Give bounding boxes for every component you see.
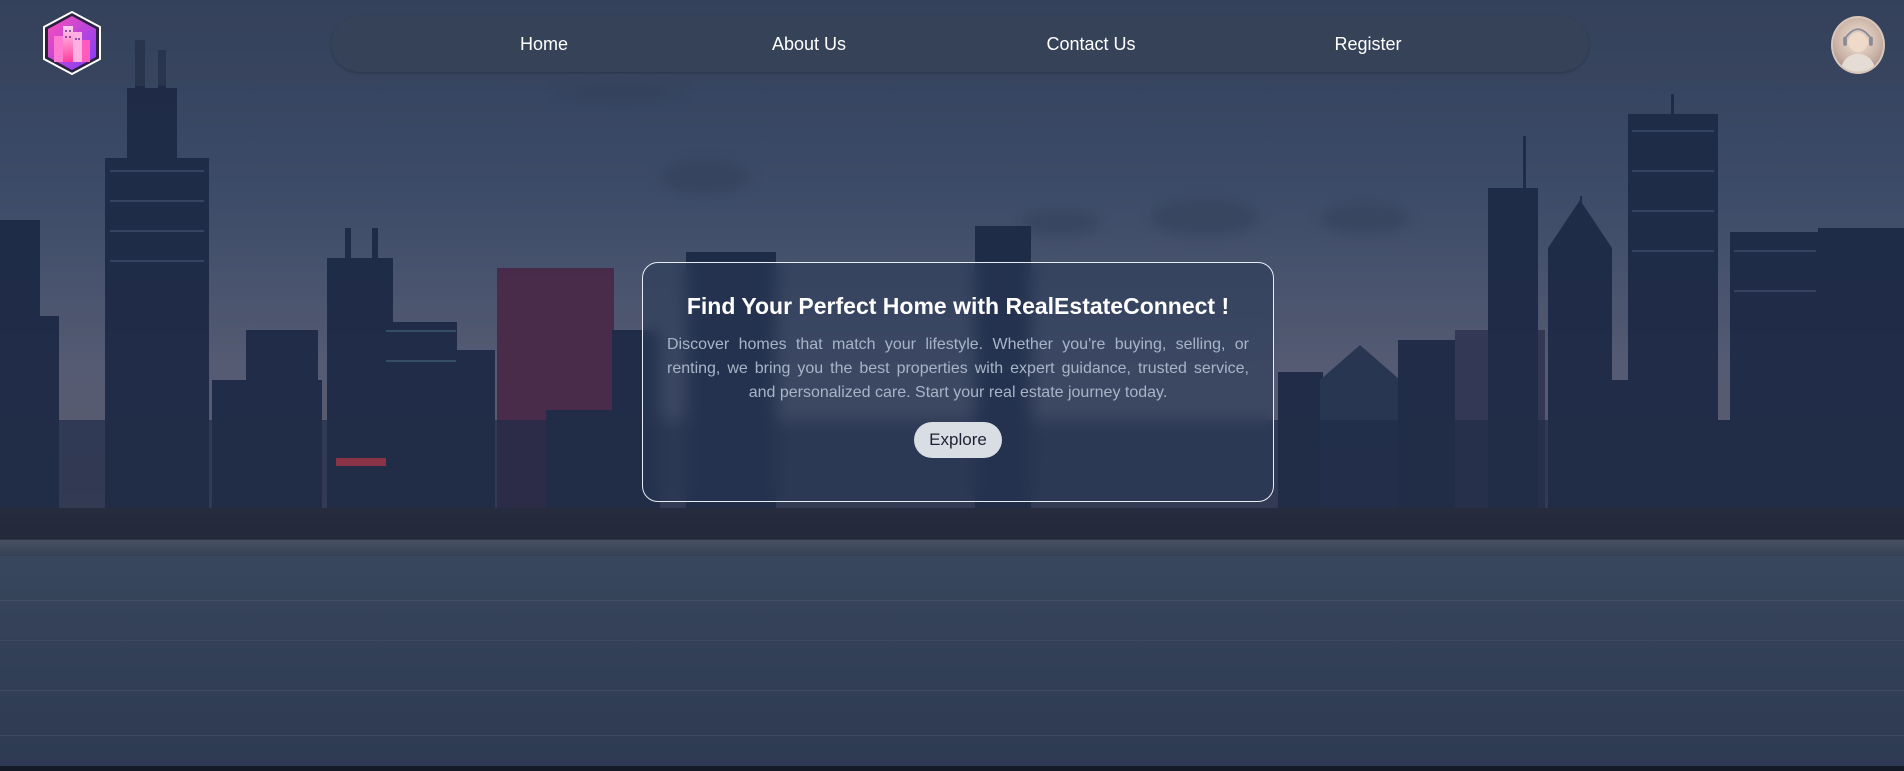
hero-title: Find Your Perfect Home with RealEstateCo…	[686, 293, 1230, 319]
main-navigation: Home About Us Contact Us Register	[331, 16, 1589, 72]
hero-description: Discover homes that match your lifestyle…	[667, 336, 1249, 401]
city-buildings-hexagon-logo-icon[interactable]	[40, 10, 104, 76]
user-avatar-icon	[1840, 28, 1876, 72]
bottom-edge	[0, 766, 1904, 771]
nav-item-register[interactable]: Register	[1334, 16, 1401, 72]
hero-card: Find Your Perfect Home with RealEstateCo…	[642, 262, 1274, 502]
page: Home About Us Contact Us Register Find Y…	[0, 0, 1904, 771]
nav-item-about-us[interactable]: About Us	[772, 16, 846, 72]
nav-item-home[interactable]: Home	[520, 16, 568, 72]
nav-item-contact-us[interactable]: Contact Us	[1046, 16, 1135, 72]
user-avatar[interactable]	[1831, 16, 1885, 74]
explore-button[interactable]: Explore	[914, 422, 1002, 458]
